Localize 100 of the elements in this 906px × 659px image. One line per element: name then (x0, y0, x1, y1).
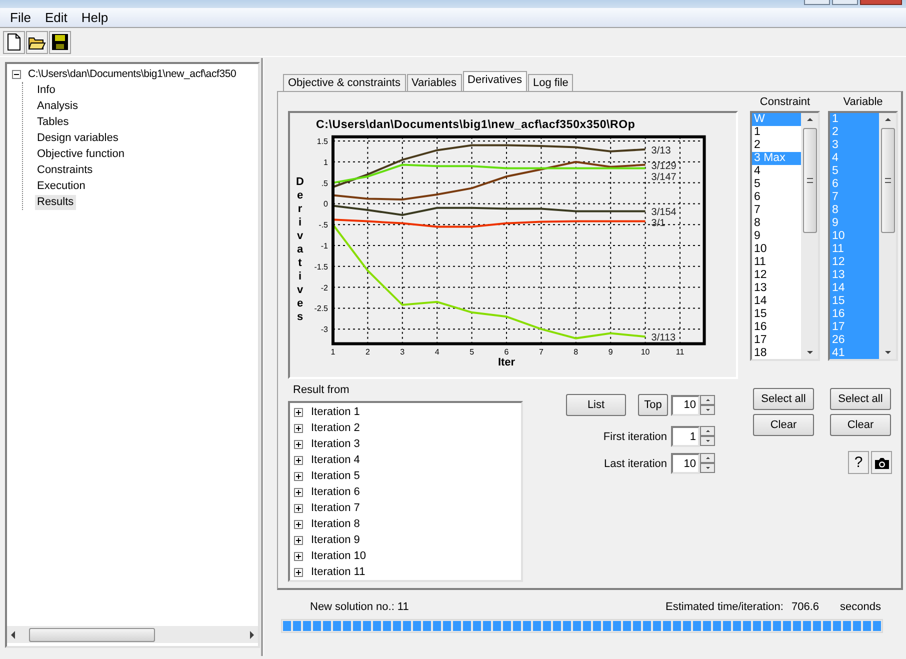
camera-icon (874, 456, 890, 470)
list-item[interactable]: 8 (752, 217, 801, 230)
tab[interactable]: Log file (528, 74, 574, 91)
tick-label: 5 (470, 348, 474, 357)
vertical-scrollbar[interactable] (801, 113, 818, 359)
menu-item[interactable]: Help (74, 10, 116, 25)
tick-label: 11 (676, 348, 684, 357)
list-item[interactable]: 10 (752, 243, 801, 256)
number-field[interactable]: 10 (671, 453, 700, 474)
tick-label: -3 (320, 325, 328, 334)
expand-icon[interactable] (294, 408, 303, 416)
tree-item[interactable]: Iteration 11 (309, 564, 368, 580)
collapse-icon[interactable] (12, 70, 21, 78)
series-label: 3/129 (651, 160, 676, 172)
status-text: seconds (840, 601, 881, 613)
tree-item[interactable]: Objective function (35, 146, 126, 162)
tree-item[interactable]: Iteration 9 (309, 532, 362, 548)
toolbar-button[interactable] (49, 30, 71, 54)
menu-item[interactable]: File (3, 10, 38, 25)
tree-item[interactable]: Iteration 6 (309, 484, 362, 500)
tree-item[interactable]: Iteration 10 (309, 548, 368, 564)
tree-item[interactable]: C:\Users\dan\Documents\big1\new_acf\acf350 (26, 66, 238, 82)
push-button[interactable]: Select all (830, 388, 891, 410)
list-item[interactable]: 17 (752, 334, 801, 347)
list-heading: Constraint (758, 96, 812, 110)
tab[interactable]: Variables (406, 74, 462, 91)
tree-item[interactable]: Design variables (35, 130, 120, 146)
list-item[interactable]: 13 (752, 282, 801, 295)
list-item[interactable]: 14 (752, 295, 801, 308)
vertical-scrollbar[interactable] (879, 113, 896, 359)
list-item[interactable]: 12 (752, 269, 801, 282)
tick-label: 9 (608, 348, 613, 357)
expand-icon[interactable] (294, 504, 303, 512)
tab[interactable]: Derivatives (462, 71, 527, 91)
maximize-button[interactable] (832, 0, 858, 5)
expand-icon[interactable] (294, 520, 303, 528)
expand-icon[interactable] (294, 536, 303, 544)
toolbar-button[interactable] (26, 30, 48, 54)
tree-item[interactable]: Results (35, 194, 76, 210)
expand-icon[interactable] (294, 568, 303, 576)
expand-icon[interactable] (294, 456, 303, 464)
list-item[interactable]: 15 (752, 308, 801, 321)
push-button[interactable]: Clear (830, 414, 891, 436)
spin-up-button[interactable] (700, 453, 715, 463)
spin-down-button[interactable] (700, 436, 715, 446)
list-item[interactable]: 6 (752, 191, 801, 204)
tick-label: 8 (574, 348, 578, 357)
list-item[interactable]: 5 (752, 178, 801, 191)
help-button[interactable]: ? (848, 451, 869, 474)
list-box[interactable]: W 1 2 3 Max 4 5 6 7 8 9 10 11 12 13 14 15 16 17 18 (750, 111, 820, 361)
tree-item[interactable]: Iteration 2 (309, 420, 362, 436)
tick-label: 10 (640, 348, 650, 357)
tick-label: 2 (365, 348, 370, 357)
tree-item[interactable]: Iteration 8 (309, 516, 362, 532)
list-item[interactable]: 9 (752, 230, 801, 243)
tree-item[interactable]: Iteration 3 (309, 436, 362, 452)
tree-item[interactable]: Analysis (35, 98, 80, 114)
spin-up-button[interactable] (700, 394, 715, 404)
list-item[interactable]: 7 (752, 204, 801, 217)
spin-down-button[interactable] (700, 404, 715, 414)
number-field[interactable]: 1 (671, 426, 700, 447)
tick-label: -.5 (318, 220, 328, 230)
list-item[interactable]: 2 (752, 139, 801, 152)
tree-item[interactable]: Constraints (35, 162, 95, 178)
tab[interactable]: Objective & constraints (283, 74, 406, 91)
expand-icon[interactable] (294, 552, 303, 560)
spin-up-button[interactable] (700, 426, 715, 436)
list-item[interactable]: 16 (752, 321, 801, 334)
tree-item[interactable]: Iteration 7 (309, 500, 362, 516)
expand-icon[interactable] (294, 472, 303, 480)
tree-item[interactable]: Execution (35, 178, 88, 194)
tree-item[interactable]: Iteration 1 (309, 404, 362, 420)
tree-item[interactable]: Iteration 4 (309, 452, 362, 468)
push-button[interactable]: Clear (753, 414, 814, 436)
tick-label: 1.5 (316, 137, 328, 146)
horizontal-scrollbar[interactable] (7, 626, 258, 643)
list-item[interactable]: 1 (752, 126, 801, 139)
tick-label: .5 (321, 178, 328, 188)
toolbar-button[interactable] (3, 30, 25, 54)
result-tree[interactable]: Iteration 1 Iteration 2 Iteration 3 Iteration 4 Iteration 5 Iteration 6 Iteration 7 Iteration 8 Iteration 9 Iteration 10 Iteration 11 (288, 401, 523, 582)
tree-item[interactable]: Tables (35, 114, 71, 130)
push-button[interactable]: Select all (753, 388, 814, 410)
menu-item[interactable]: Edit (38, 10, 74, 25)
expand-icon[interactable] (294, 424, 303, 432)
tree-item[interactable]: Info (35, 82, 58, 98)
spin-down-button[interactable] (700, 463, 715, 473)
tick-label: 3 (400, 348, 405, 357)
minimize-button[interactable] (804, 0, 830, 5)
list-item[interactable]: 4 (752, 165, 801, 178)
expand-icon[interactable] (294, 440, 303, 448)
top-button[interactable]: Top (638, 394, 668, 416)
list-item[interactable]: 18 (752, 347, 801, 359)
camera-button[interactable] (871, 451, 892, 474)
list-button[interactable]: List (566, 394, 626, 416)
tick-label: 6 (504, 348, 509, 357)
expand-icon[interactable] (294, 488, 303, 496)
chart-title: C:\Users\dan\Documents\big1\new_acf\acf350x350\ROp (315, 118, 636, 133)
number-field[interactable]: 10 (671, 394, 700, 416)
list-item[interactable]: 11 (752, 256, 801, 269)
tree-item[interactable]: Iteration 5 (309, 468, 362, 484)
